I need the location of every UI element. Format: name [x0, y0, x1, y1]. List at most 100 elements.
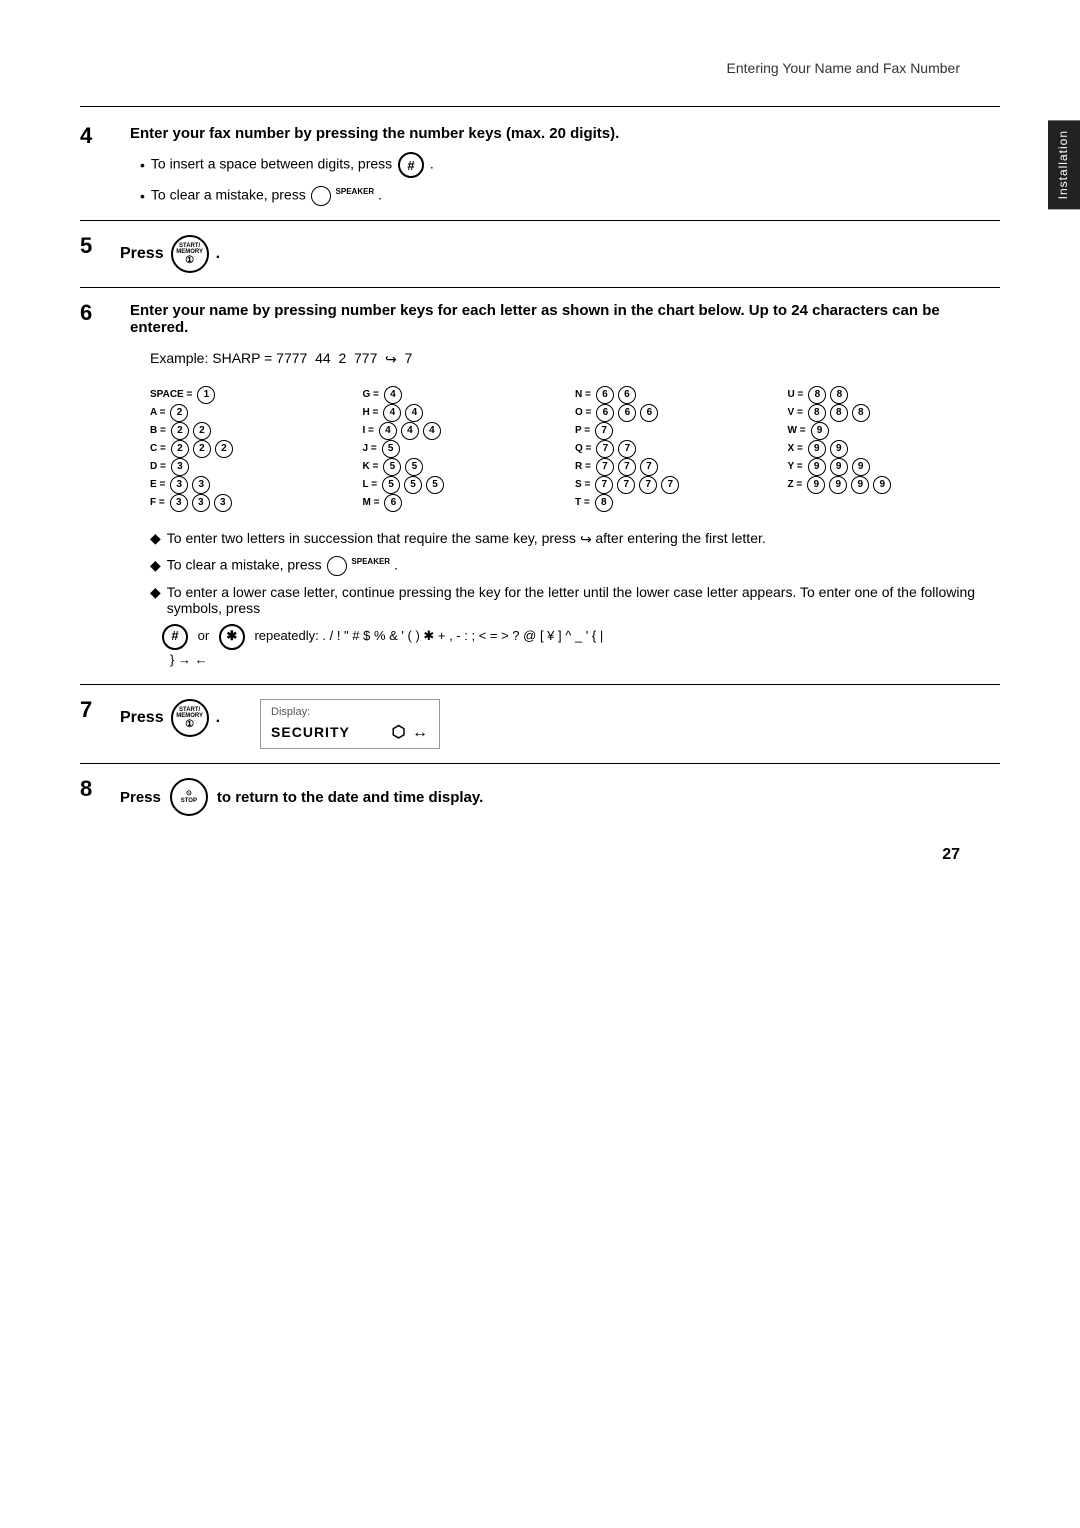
char-e: E =33	[150, 476, 343, 494]
step-5-number: 5	[80, 235, 92, 257]
char-space: SPACE =1	[150, 386, 343, 404]
display-text: SECURITY	[271, 724, 350, 740]
key-9y1: 9	[808, 458, 826, 476]
bullet-4-2-text: To clear a mistake, press SPEAKER .	[151, 186, 382, 206]
rule-after-7	[80, 763, 1000, 764]
page-num-text: 27	[942, 846, 960, 863]
key-6o2: 6	[618, 404, 636, 422]
display-arrow: ⬡ ↔	[392, 722, 429, 742]
step-7-number: 7	[80, 699, 92, 721]
char-z: Z =9999	[788, 476, 981, 494]
or-text: or	[198, 628, 210, 643]
step-8-suffix: to return to the date and time display.	[217, 789, 483, 806]
example-text: Example: SHARP = 7777 44 2 777	[150, 350, 381, 366]
char-y: Y =999	[788, 458, 981, 476]
diamond-bullet-1: ◆ To enter two letters in succession tha…	[150, 530, 1000, 548]
key-6n1: 6	[596, 386, 614, 404]
bullet-4-2: • To clear a mistake, press SPEAKER .	[140, 186, 1000, 206]
step-7-press-label: Press	[120, 709, 164, 727]
page-header: Entering Your Name and Fax Number	[80, 60, 1000, 76]
key-7q2: 7	[618, 440, 636, 458]
key-7s4: 7	[661, 476, 679, 494]
key-6o3: 6	[640, 404, 658, 422]
char-a: A =2	[150, 404, 343, 422]
step-5-press-label: Press	[120, 245, 164, 263]
key-8v3: 8	[852, 404, 870, 422]
char-p: P =7	[575, 422, 768, 440]
key-4i1: 4	[379, 422, 397, 440]
step-6-number: 6	[80, 302, 92, 324]
step-6-example: Example: SHARP = 7777 44 2 777 ↩ 7	[150, 350, 1000, 368]
key-2c2: 2	[193, 440, 211, 458]
key-7p: 7	[595, 422, 613, 440]
bullet-dot-2: •	[140, 188, 145, 204]
char-b: B =22	[150, 422, 343, 440]
char-r: R =777	[575, 458, 768, 476]
key-5j: 5	[382, 440, 400, 458]
char-i: I =444	[363, 422, 556, 440]
step-4-content: Enter your fax number by pressing the nu…	[130, 125, 1000, 206]
step-6-title: Enter your name by pressing number keys …	[130, 302, 1000, 336]
char-n: N =66	[575, 386, 768, 404]
key-8v1: 8	[808, 404, 826, 422]
key-7s2: 7	[617, 476, 635, 494]
key-4i3: 4	[423, 422, 441, 440]
start-memory-button-5[interactable]: START/MEMORY ①	[171, 235, 209, 273]
side-tab: Installation	[1048, 120, 1080, 209]
char-col-3: N =66 O =666 P =7 Q =77 R =777 S =7777 T…	[575, 386, 768, 512]
char-h: H =44	[363, 404, 556, 422]
diamond-1: ◆	[150, 530, 161, 547]
step-7-row: Press START/MEMORY ① . Display: SECURITY…	[120, 699, 1000, 749]
start-memory-button-7[interactable]: START/MEMORY ①	[171, 699, 209, 737]
key-5l3: 5	[426, 476, 444, 494]
key-2b2: 2	[193, 422, 211, 440]
key-3f2: 3	[192, 494, 210, 512]
char-col-1: SPACE =1 A =2 B =22 C =222 D =3 E =33 F …	[150, 386, 343, 512]
diamond-2: ◆	[150, 557, 161, 574]
header-title: Entering Your Name and Fax Number	[727, 60, 960, 76]
key-9z1: 9	[807, 476, 825, 494]
step-5-period: .	[216, 245, 220, 263]
char-s: S =7777	[575, 476, 768, 494]
char-t: T =8	[575, 494, 768, 512]
step-4-number: 4	[80, 125, 92, 147]
hash-key-2: #	[162, 624, 188, 650]
step-8-number: 8	[80, 778, 92, 800]
key-2c1: 2	[171, 440, 189, 458]
step-5-content: Press START/MEMORY ① .	[120, 235, 1000, 273]
char-col-4: U =88 V =888 W =9 X =99 Y =999 Z =9999	[788, 386, 981, 512]
step-6-diamond-bullets: ◆ To enter two letters in succession tha…	[140, 530, 1000, 616]
rule-after-6	[80, 684, 1000, 685]
step-8: 8 Press ⊙ STOP to return to the date and…	[80, 778, 1000, 816]
step-7-period: .	[216, 709, 220, 727]
key-3d: 3	[171, 458, 189, 476]
key-9y2: 9	[830, 458, 848, 476]
key-7r2: 7	[618, 458, 636, 476]
step-8-press-label: Press	[120, 789, 161, 806]
key-3e2: 3	[192, 476, 210, 494]
key-8v2: 8	[830, 404, 848, 422]
key-4h1: 4	[383, 404, 401, 422]
diamond-2-text: To clear a mistake, press SPEAKER .	[167, 556, 398, 576]
step-4: 4 Enter your fax number by pressing the …	[80, 125, 1000, 206]
char-v: V =888	[788, 404, 981, 422]
stop-button[interactable]: ⊙ STOP	[170, 778, 208, 816]
example-suffix: 7	[401, 350, 413, 366]
star-key: ✱	[219, 624, 245, 650]
key-7s1: 7	[595, 476, 613, 494]
key-4i2: 4	[401, 422, 419, 440]
step-5: 5 Press START/MEMORY ① .	[80, 235, 1000, 273]
char-c: C =222	[150, 440, 343, 458]
key-9w: 9	[811, 422, 829, 440]
key-8t: 8	[595, 494, 613, 512]
key-5l2: 5	[404, 476, 422, 494]
char-col-2: G =4 H =44 I =444 J =5 K =55 L =555 M =6	[363, 386, 556, 512]
rule-after-5	[80, 287, 1000, 288]
display-value-row: SECURITY ⬡ ↔	[271, 722, 429, 742]
key-7r3: 7	[640, 458, 658, 476]
char-d: D =3	[150, 458, 343, 476]
char-g: G =4	[363, 386, 556, 404]
diamond-bullet-3: ◆ To enter a lower case letter, continue…	[150, 584, 1000, 616]
char-l: L =555	[363, 476, 556, 494]
key-2: 2	[170, 404, 188, 422]
